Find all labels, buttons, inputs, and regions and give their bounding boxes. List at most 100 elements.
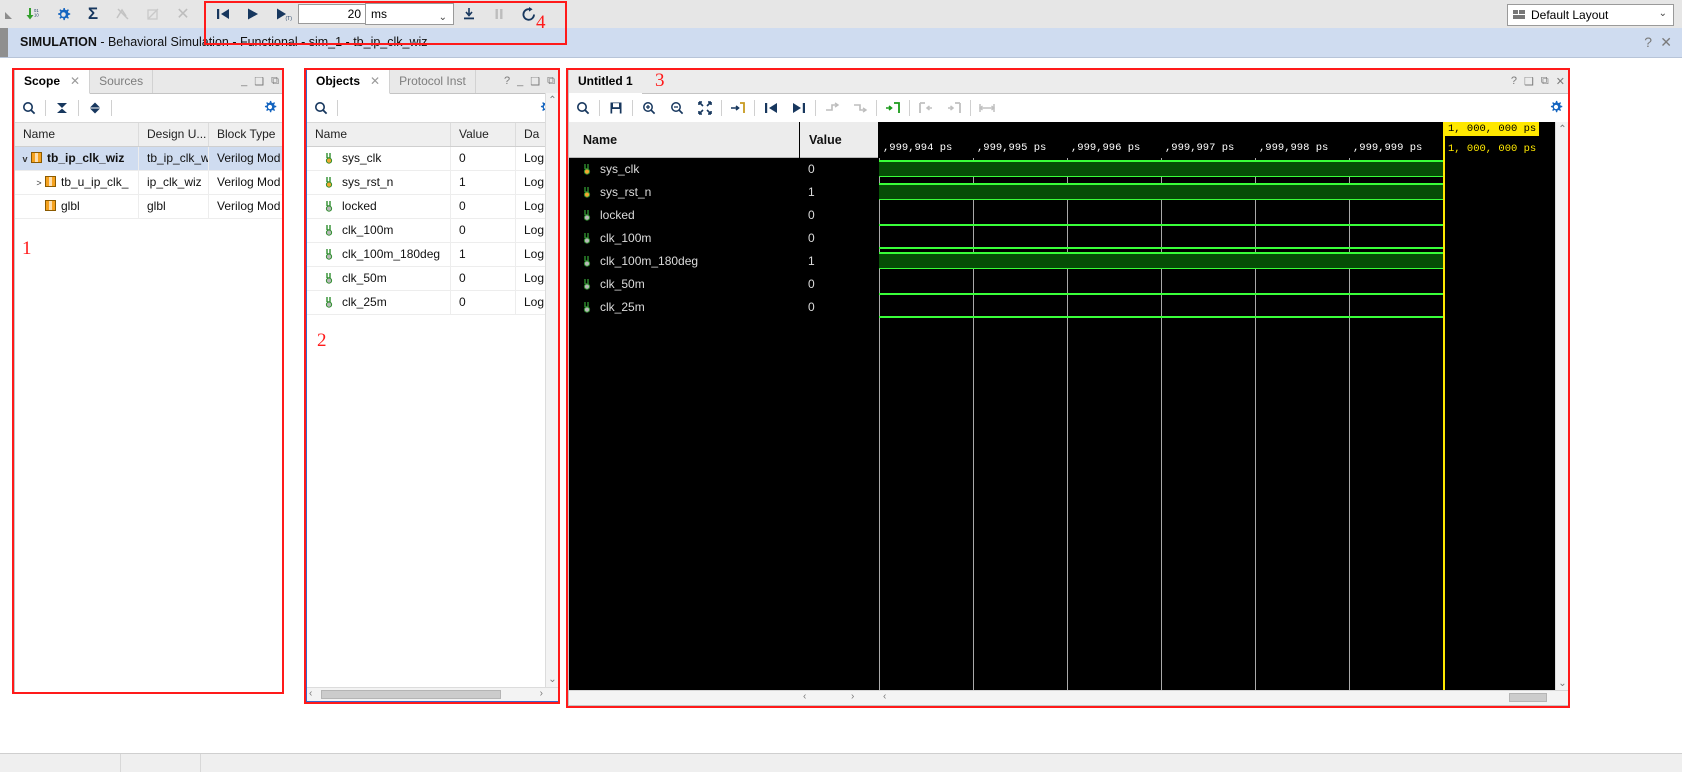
save-icon[interactable]	[602, 95, 630, 121]
wave-signal-row[interactable]: clk_100m_180deg	[569, 250, 799, 273]
scroll-left-arrow[interactable]: ‹	[309, 688, 312, 699]
list-item[interactable]: clk_25m 0 Log	[307, 291, 559, 315]
wave-horizontal-scrollbar[interactable]: ‹ › ‹	[569, 690, 1569, 705]
objects-col-data-type[interactable]: Da	[516, 123, 547, 146]
waveform-row[interactable]	[879, 158, 1556, 181]
list-item[interactable]: clk_50m 0 Log	[307, 267, 559, 291]
scroll-up-arrow[interactable]: ⌃	[1556, 124, 1569, 135]
waveform-row[interactable]	[879, 204, 1556, 227]
help-icon[interactable]: ?	[504, 75, 510, 87]
scope-col-name[interactable]: Name	[15, 123, 139, 146]
name-scroll-left-arrow[interactable]: ‹	[803, 691, 806, 702]
run-time-unit-select[interactable]: ms ⌄	[365, 3, 454, 25]
waveform-level-high	[879, 252, 1443, 269]
scroll-right-arrow[interactable]: ›	[540, 688, 543, 699]
tab-sources[interactable]: Sources	[90, 69, 154, 93]
settings-gear-icon[interactable]	[48, 1, 78, 27]
waveform-row[interactable]	[879, 296, 1556, 319]
expand-all-icon[interactable]	[81, 95, 109, 121]
step-simulation-icon[interactable]	[454, 1, 484, 27]
table-row[interactable]: glbl glbl Verilog Mod	[15, 195, 283, 219]
sigma-icon[interactable]: Σ	[78, 1, 108, 27]
scroll-up-arrow[interactable]: ⌃	[546, 95, 559, 106]
tab-untitled-1[interactable]: Untitled 1	[569, 69, 642, 94]
list-item[interactable]: clk_100m_180deg 1 Log	[307, 243, 559, 267]
float-icon[interactable]: ⧉	[271, 75, 279, 88]
objects-horizontal-scrollbar[interactable]: ‹ ›	[307, 687, 559, 701]
tab-protocol-instances[interactable]: Protocol Inst	[390, 69, 476, 93]
name-scroll-right-arrow[interactable]: ›	[851, 691, 854, 702]
search-icon[interactable]	[569, 95, 597, 121]
wave-canvas[interactable]: ,999,994 ps ,999,995 ps ,999,996 ps ,999…	[879, 122, 1556, 705]
collapse-all-icon[interactable]	[48, 95, 76, 121]
scope-col-design-unit[interactable]: Design U...	[139, 123, 209, 146]
scope-col-block-type[interactable]: Block Type	[209, 123, 281, 146]
waveform-row[interactable]	[879, 227, 1556, 250]
list-item[interactable]: sys_rst_n 1 Log	[307, 171, 559, 195]
objects-col-name[interactable]: Name	[307, 123, 451, 146]
next-transition-icon[interactable]	[785, 95, 813, 121]
scrollbar-thumb[interactable]	[321, 690, 501, 699]
zoom-to-cursor-icon[interactable]	[724, 95, 752, 121]
scroll-down-arrow[interactable]: ⌄	[546, 674, 559, 685]
float-icon[interactable]: ⧉	[1541, 75, 1549, 88]
help-icon[interactable]: ?	[1644, 34, 1652, 50]
table-row[interactable]: > tb_u_ip_clk_ ip_clk_wiz Verilog Mod	[15, 171, 283, 195]
wave-scroll-left-arrow[interactable]: ‹	[883, 691, 886, 702]
list-item[interactable]: locked 0 Log	[307, 195, 559, 219]
minimize-icon[interactable]: _	[517, 75, 523, 87]
output-signal-icon	[325, 221, 338, 236]
table-row[interactable]: v tb_ip_clk_wiz tb_ip_clk_wi Verilog Mod	[15, 147, 283, 171]
list-item[interactable]: clk_100m 0 Log	[307, 219, 559, 243]
search-icon[interactable]	[307, 95, 335, 121]
expander-icon[interactable]: >	[33, 172, 45, 194]
maximize-icon[interactable]: ❑	[1524, 75, 1534, 88]
output-signal-icon	[325, 269, 338, 284]
settings-gear-icon[interactable]	[263, 100, 277, 117]
float-icon[interactable]: ⧉	[547, 75, 555, 88]
restart-simulation-icon[interactable]	[208, 1, 238, 27]
waveform-row[interactable]	[879, 181, 1556, 204]
zoom-in-icon[interactable]	[635, 95, 663, 121]
wave-signal-row[interactable]: clk_25m	[569, 296, 799, 319]
run-synthesis-icon[interactable]: 01 10	[18, 1, 48, 27]
settings-gear-icon[interactable]	[1549, 100, 1563, 117]
wave-vertical-scrollbar[interactable]: ⌃ ⌄	[1555, 122, 1569, 691]
scroll-down-arrow[interactable]: ⌄	[1556, 678, 1569, 689]
zoom-fit-icon[interactable]	[691, 95, 719, 121]
layout-selector[interactable]: Default Layout ⌄	[1507, 4, 1674, 26]
object-data-type: Log	[524, 271, 545, 285]
wave-signal-row[interactable]: sys_rst_n	[569, 181, 799, 204]
objects-col-value[interactable]: Value	[451, 123, 516, 146]
wave-signal-row[interactable]: clk_50m	[569, 273, 799, 296]
close-icon[interactable]: ✕	[70, 74, 80, 88]
objects-vertical-scrollbar[interactable]: ⌃ ⌄	[545, 93, 559, 687]
minimize-icon[interactable]: _	[241, 75, 247, 87]
run-time-input[interactable]	[298, 4, 366, 24]
wave-signal-row[interactable]: locked	[569, 204, 799, 227]
previous-transition-icon[interactable]	[757, 95, 785, 121]
add-marker-icon[interactable]	[879, 95, 907, 121]
close-icon[interactable]: ✕	[370, 74, 380, 88]
flow-navigator-icon[interactable]	[0, 1, 18, 27]
waveform-row[interactable]	[879, 250, 1556, 273]
maximize-icon[interactable]: ❑	[254, 75, 264, 88]
search-icon[interactable]	[15, 95, 43, 121]
maximize-icon[interactable]: ❑	[530, 75, 540, 88]
waveform-row[interactable]	[879, 273, 1556, 296]
close-icon[interactable]: ✕	[1660, 34, 1672, 51]
tab-objects[interactable]: Objects ✕	[307, 69, 391, 94]
expander-icon[interactable]: v	[19, 148, 31, 170]
wave-signal-row[interactable]: sys_clk	[569, 158, 799, 181]
zoom-out-icon[interactable]	[663, 95, 691, 121]
help-icon[interactable]: ?	[1511, 75, 1517, 87]
scrollbar-thumb[interactable]	[1509, 693, 1547, 702]
list-item[interactable]: sys_clk 0 Log	[307, 147, 559, 171]
run-all-icon[interactable]	[238, 1, 268, 27]
tab-scope[interactable]: Scope ✕	[15, 69, 91, 94]
main-toolbar: 01 10 Σ ✕ (T) ms ⌄	[0, 0, 1682, 29]
time-cursor-marker[interactable]	[1443, 122, 1445, 705]
wave-signal-row[interactable]: clk_100m	[569, 227, 799, 250]
run-for-time-icon[interactable]: (T)	[268, 1, 298, 27]
close-icon[interactable]: ✕	[1556, 75, 1565, 88]
